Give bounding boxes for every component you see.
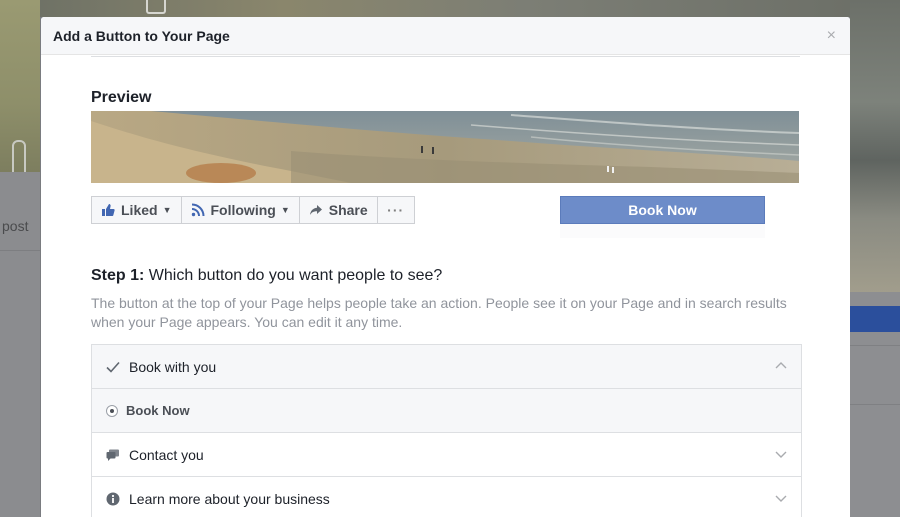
preview-heading: Preview	[91, 89, 152, 106]
chevron-up-icon	[775, 359, 787, 371]
option-label: Learn more about your business	[129, 490, 330, 507]
option-contact-you[interactable]: Contact you	[92, 433, 801, 477]
add-button-dialog: Add a Button to Your Page × Preview Like…	[41, 17, 850, 517]
background-left-photo	[0, 0, 40, 176]
background-right-photo	[850, 0, 900, 292]
background-divider	[850, 345, 900, 346]
more-icon: ···	[387, 202, 405, 218]
option-label: Book with you	[129, 358, 217, 375]
step-1-description: The button at the top of your Page helps…	[91, 295, 787, 330]
background-divider	[850, 404, 900, 405]
thumbs-up-icon	[101, 203, 115, 217]
dialog-header: Add a Button to Your Page ×	[41, 17, 850, 55]
following-button[interactable]: Following ▼	[180, 196, 300, 224]
option-learn-more[interactable]: Learn more about your business	[92, 477, 801, 517]
button-type-options: Book with you Book Now Contact you Learn…	[91, 344, 802, 517]
option-book-with-you[interactable]: Book with you	[92, 345, 801, 389]
step-1-prefix: Step 1:	[91, 267, 145, 284]
liked-button[interactable]: Liked ▼	[91, 196, 182, 224]
option-book-now[interactable]: Book Now	[92, 389, 801, 433]
step-1-question: Which button do you want people to see?	[148, 267, 443, 284]
chevron-down-icon	[775, 491, 787, 503]
rss-feed-icon	[191, 203, 205, 217]
camera-icon	[146, 0, 166, 14]
chevron-down-icon	[775, 447, 787, 459]
step-1-heading: Step 1: Which button do you want people …	[91, 267, 442, 285]
chat-bubbles-icon	[105, 449, 121, 461]
share-arrow-icon	[309, 203, 323, 217]
chevron-down-icon: ▼	[162, 205, 172, 215]
radio-selected-icon[interactable]	[106, 404, 118, 417]
cta-underlay	[560, 224, 765, 238]
divider	[91, 56, 800, 57]
chevron-down-icon: ▼	[280, 205, 290, 215]
liked-label: Liked	[121, 202, 158, 218]
close-icon[interactable]: ×	[827, 28, 836, 44]
dialog-title: Add a Button to Your Page	[53, 27, 230, 44]
option-label: Book Now	[126, 403, 190, 418]
background-post-text: post	[2, 218, 29, 234]
page-action-bar: Liked ▼ Following ▼ Share ···	[91, 196, 415, 224]
background-bulb-shape	[12, 140, 26, 176]
background-blue-button	[850, 306, 900, 332]
cover-photo	[91, 111, 799, 183]
book-now-preview-button[interactable]: Book Now	[560, 196, 765, 224]
info-icon	[105, 492, 121, 506]
more-options-button[interactable]: ···	[376, 196, 415, 224]
share-label: Share	[328, 202, 368, 218]
following-label: Following	[210, 202, 276, 218]
share-button[interactable]: Share	[298, 196, 378, 224]
check-icon	[105, 361, 121, 373]
beach-photo-graphic	[91, 111, 799, 183]
option-label: Contact you	[129, 446, 204, 463]
